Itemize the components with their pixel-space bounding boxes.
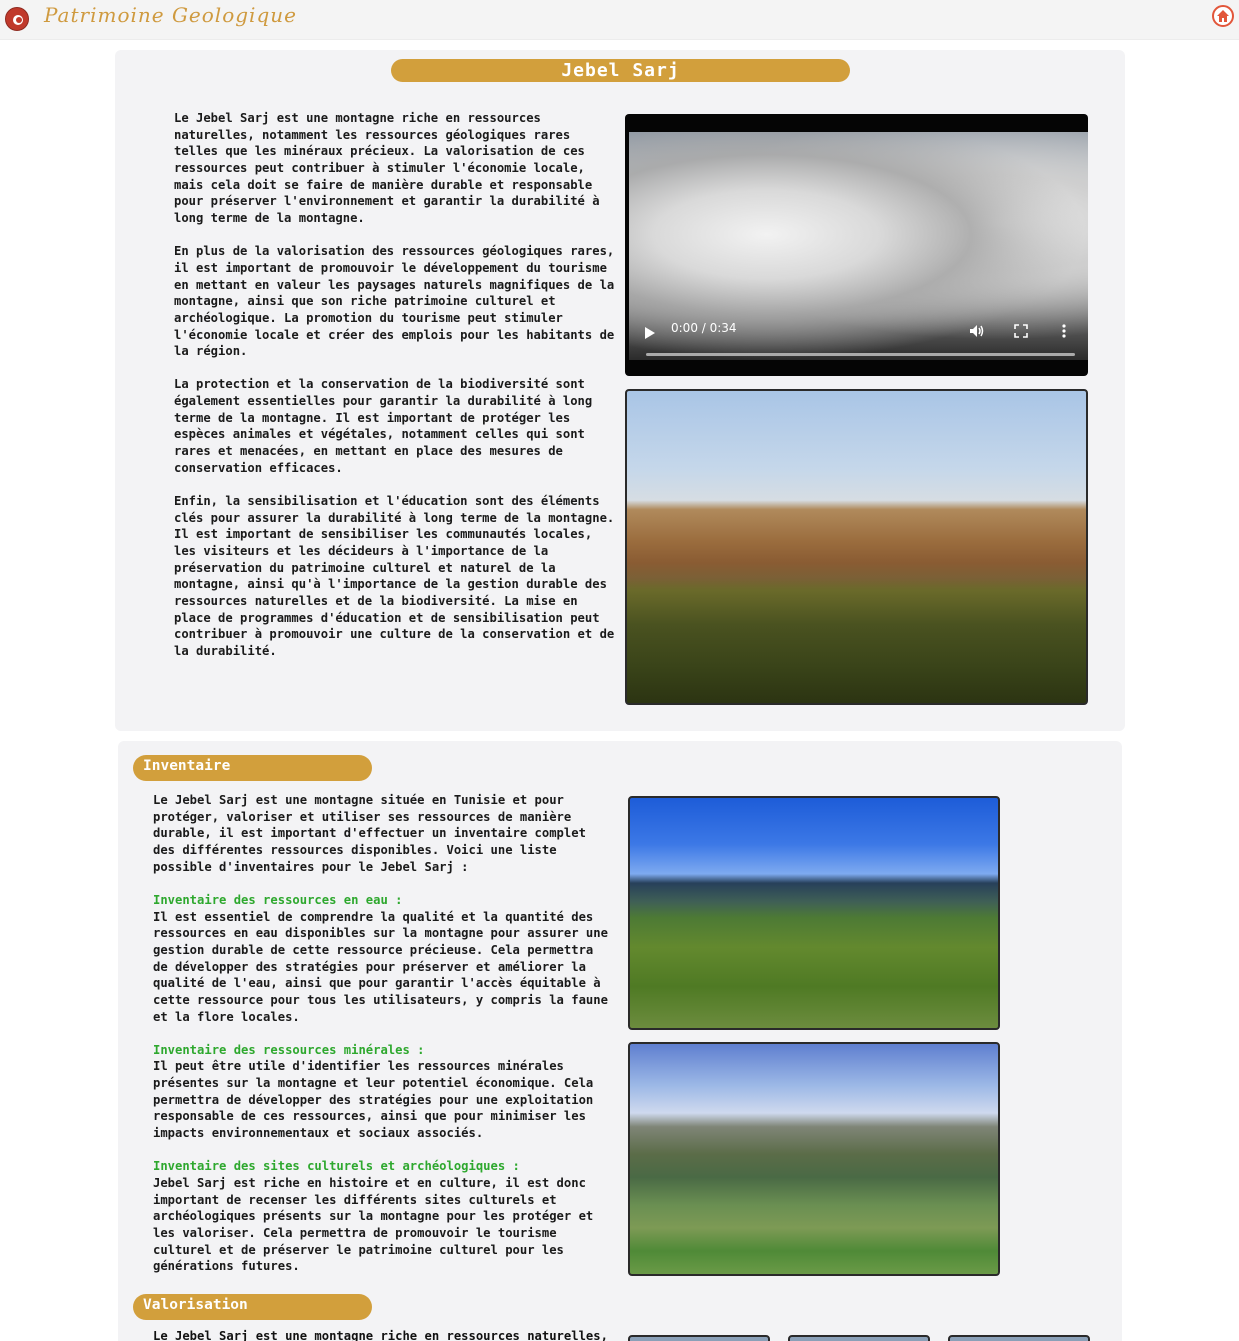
volume-icon[interactable] [969,324,985,338]
inventaire-item: Inventaire des ressources minérales : Il… [153,1042,613,1142]
valorisation-intro: Le Jebel Sarj est une montagne riche en … [153,1329,608,1341]
play-icon[interactable] [645,327,655,339]
fullscreen-icon[interactable] [1014,324,1028,338]
valorisation-photo [628,1335,770,1341]
intro-paragraph: Enfin, la sensibilisation et l'éducation… [174,494,615,658]
section-heading-inventaire: Inventaire [133,755,372,781]
video-player[interactable]: 0:00 / 0:34 [625,114,1088,376]
mountain-photo [625,389,1088,705]
inventaire-item-title: Inventaire des ressources en eau : [153,892,403,907]
video-time: 0:00 / 0:34 [671,321,737,335]
home-icon[interactable] [1212,5,1234,27]
page-title: Jebel Sarj [391,59,850,82]
video-progress-bar[interactable] [646,353,1075,356]
inventaire-item-title: Inventaire des ressources minérales : [153,1042,425,1057]
valorisation-photo [948,1335,1090,1341]
intro-paragraph: Le Jebel Sarj est une montagne riche en … [174,111,600,225]
inventaire-text: Le Jebel Sarj est une montagne située en… [153,792,613,1292]
inventaire-item-body: Jebel Sarj est riche en histoire et en c… [153,1176,594,1274]
tunisia-flag-icon [5,7,29,31]
inventaire-item-body: Il est essentiel de comprendre la qualit… [153,909,608,1024]
valley-photo [628,1042,1000,1276]
valorisation-photo [788,1335,930,1341]
inventaire-item-body: Il peut être utile d'identifier les ress… [153,1059,594,1141]
section-heading-valorisation: Valorisation [133,1294,372,1320]
intro-paragraph: En plus de la valorisation des ressource… [174,244,615,359]
intro-paragraph: La protection et la conservation de la b… [174,377,593,475]
video-controls: 0:00 / 0:34 [629,319,1088,359]
inventaire-item-title: Inventaire des sites culturels et archéo… [153,1159,520,1174]
intro-text: Le Jebel Sarj est une montagne riche en … [174,110,619,676]
inventaire-intro: Le Jebel Sarj est une montagne située en… [153,793,586,874]
site-brand[interactable]: Patrimoine Geologique [44,3,297,27]
inventaire-item: Inventaire des ressources en eau : Il es… [153,892,613,1025]
inventaire-item: Inventaire des sites culturels et archéo… [153,1158,613,1275]
top-bar: Patrimoine Geologique [0,0,1239,40]
more-options-icon[interactable] [1061,323,1067,339]
meadow-photo [628,796,1000,1030]
